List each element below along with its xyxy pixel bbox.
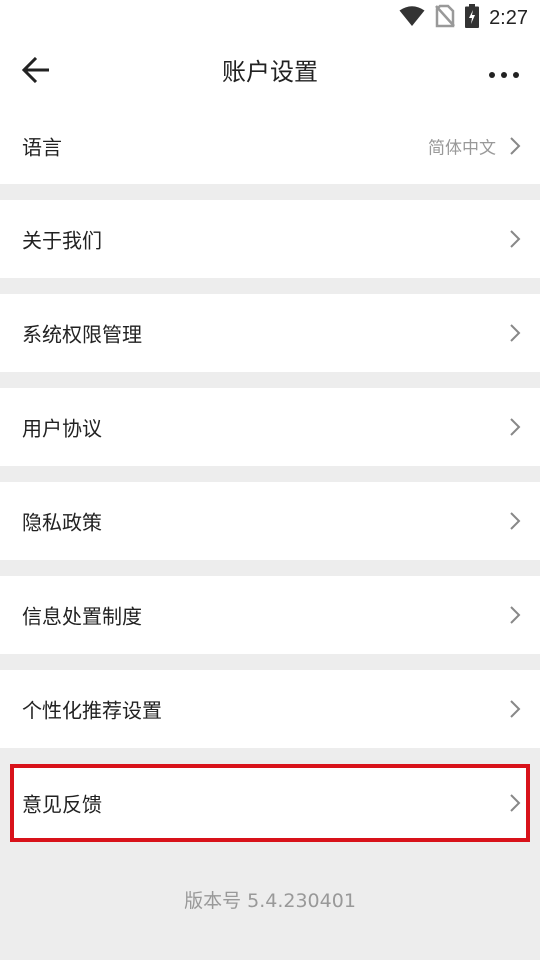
chevron-right-icon xyxy=(508,510,522,532)
settings-list: 语言 简体中文 关于我们 系统权限管理 用户协议 隐私政策 信息处置制度 个性化… xyxy=(0,108,540,858)
page-title: 账户设置 xyxy=(222,58,318,86)
settings-item-system-permissions[interactable]: 系统权限管理 xyxy=(0,294,540,372)
settings-item-personalized-recommendations[interactable]: 个性化推荐设置 xyxy=(0,670,540,748)
status-icons: 2:27 xyxy=(399,4,528,32)
settings-item-language[interactable]: 语言 简体中文 xyxy=(0,108,540,184)
status-bar: 2:27 xyxy=(0,0,540,36)
settings-item-label: 信息处置制度 xyxy=(22,604,142,629)
settings-item-label: 意见反馈 xyxy=(22,792,102,817)
header: 账户设置 xyxy=(0,36,540,108)
settings-item-label: 用户协议 xyxy=(22,416,102,441)
more-horizontal-icon xyxy=(489,63,519,82)
settings-item-privacy-policy[interactable]: 隐私政策 xyxy=(0,482,540,560)
settings-item-user-agreement[interactable]: 用户协议 xyxy=(0,388,540,466)
language-value: 简体中文 xyxy=(428,138,496,159)
settings-item-info-disposal[interactable]: 信息处置制度 xyxy=(0,576,540,654)
chevron-right-icon xyxy=(508,228,522,250)
no-sim-icon xyxy=(435,4,455,32)
settings-item-label: 关于我们 xyxy=(22,228,102,253)
version-label: 版本号 5.4.230401 xyxy=(184,890,356,912)
chevron-right-icon xyxy=(508,135,522,157)
settings-item-label: 个性化推荐设置 xyxy=(22,698,162,723)
more-button[interactable] xyxy=(482,52,526,92)
settings-item-feedback[interactable]: 意见反馈 xyxy=(10,764,530,842)
battery-charging-icon xyxy=(465,4,480,32)
chevron-right-icon xyxy=(508,416,522,438)
chevron-right-icon xyxy=(508,792,522,814)
settings-item-about-us[interactable]: 关于我们 xyxy=(0,200,540,278)
chevron-right-icon xyxy=(508,322,522,344)
chevron-right-icon xyxy=(508,604,522,626)
status-time: 2:27 xyxy=(489,7,528,29)
settings-item-label: 隐私政策 xyxy=(22,510,102,535)
chevron-right-icon xyxy=(508,698,522,720)
settings-item-label: 系统权限管理 xyxy=(22,322,142,347)
settings-item-label: 语言 xyxy=(22,135,62,160)
wifi-icon xyxy=(399,5,425,31)
